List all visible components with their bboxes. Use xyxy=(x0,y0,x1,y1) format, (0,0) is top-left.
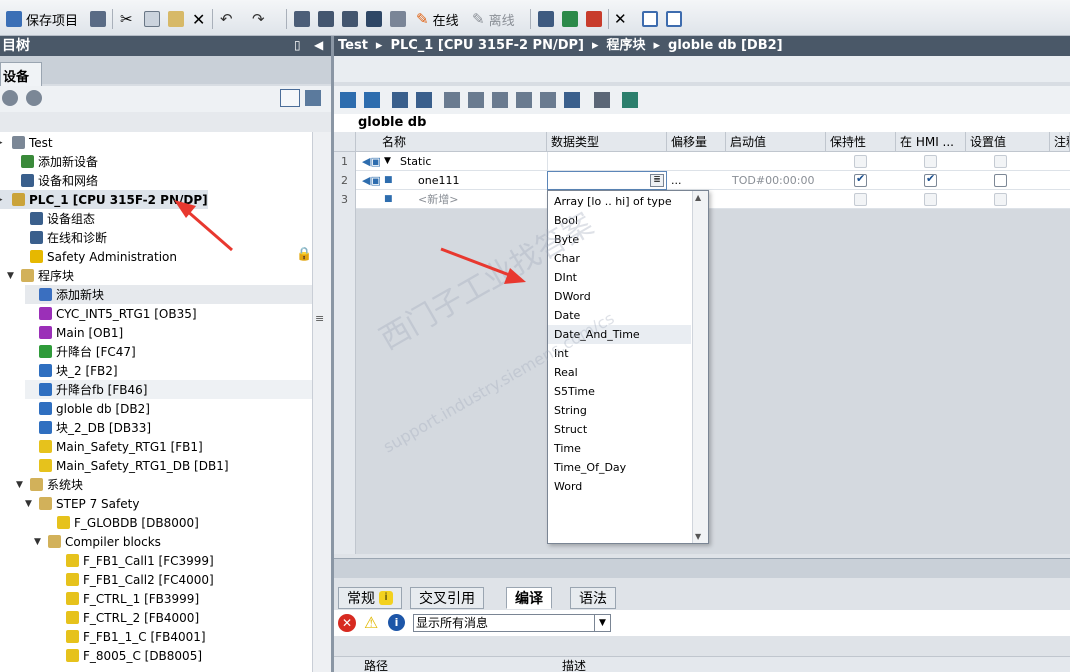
annotation-arrow-tree xyxy=(174,200,233,252)
annotation-arrow-dropdown xyxy=(440,247,526,284)
annotation-arrows xyxy=(174,200,526,284)
